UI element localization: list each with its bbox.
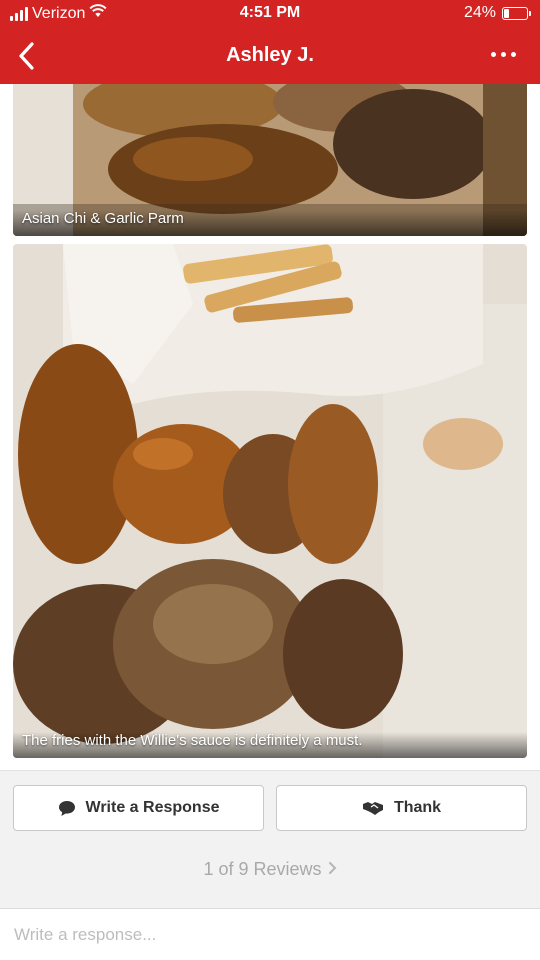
more-dots-icon xyxy=(491,52,496,57)
status-time: 4:51 PM xyxy=(239,4,301,21)
review-pager[interactable]: 1 of 9 Reviews xyxy=(0,859,540,880)
review-photo[interactable]: The fries with the Willie's sauce is def… xyxy=(13,244,527,758)
thank-label: Thank xyxy=(393,799,442,816)
write-response-label: Write a Response xyxy=(85,799,220,816)
write-response-button[interactable]: Write a Response xyxy=(13,785,264,831)
nav-bar: Ashley J. xyxy=(0,28,540,84)
status-right: 24% xyxy=(463,4,531,22)
battery-icon xyxy=(502,6,531,20)
thank-button[interactable]: Thank xyxy=(276,785,527,831)
response-composer xyxy=(0,908,540,960)
food-photo-wings-fries-image xyxy=(13,244,527,758)
photo-caption: The fries with the Willie's sauce is def… xyxy=(13,732,527,758)
status-bar: Verizon 4:51 PM 24% xyxy=(0,0,540,28)
photo-caption: Asian Chi & Garlic Parm xyxy=(13,210,527,236)
page-title: Ashley J. xyxy=(226,44,314,66)
response-input[interactable] xyxy=(0,909,540,960)
speech-bubble-icon xyxy=(58,800,75,816)
battery-percent: 24% xyxy=(463,4,496,21)
pager-label: 1 of 9 Reviews xyxy=(203,859,322,879)
review-actions: Write a Response Thank 1 of 9 Reviews xyxy=(0,770,540,908)
handshake-icon xyxy=(362,802,383,815)
review-photos: Asian Chi & Garlic Parm The fries with t… xyxy=(0,84,540,770)
more-button[interactable] xyxy=(491,52,516,57)
review-photo[interactable]: Asian Chi & Garlic Parm xyxy=(13,84,527,236)
chevron-right-icon xyxy=(328,859,337,880)
